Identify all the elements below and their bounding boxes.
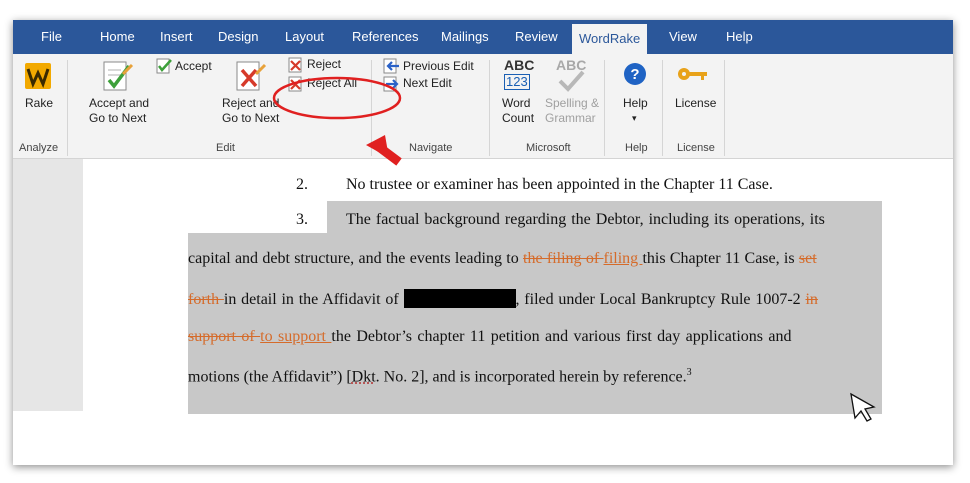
annotation-arrow-shaft xyxy=(376,143,402,166)
mouse-cursor-icon xyxy=(850,392,876,422)
annotation-overlay xyxy=(272,76,876,422)
annotation-circle xyxy=(272,76,402,120)
word-window: File Home Insert Design Layout Reference… xyxy=(13,20,953,465)
